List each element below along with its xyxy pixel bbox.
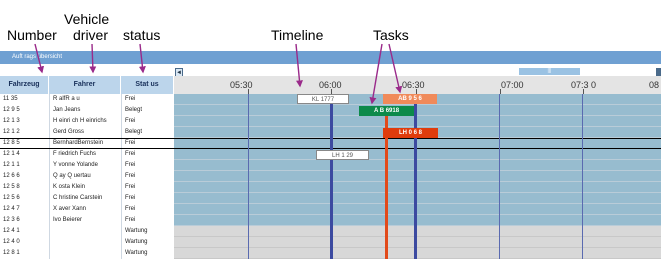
timeline-gridline bbox=[582, 94, 583, 259]
task-bar[interactable]: LH 0 6 8 bbox=[383, 128, 438, 138]
scroll-thumb[interactable]: ||| bbox=[519, 68, 580, 75]
driver-name: F riedrich Fuchs bbox=[49, 149, 121, 160]
grid-header: Fahrzeug Fahrer Stat us 05:30 06:00 06:3… bbox=[0, 76, 661, 94]
vehicle-status: Frei bbox=[121, 204, 174, 215]
annotation-tasks: Tasks bbox=[373, 27, 409, 43]
app-window: Auft rags übersicht ◄ ||| Fahrzeug Fahre… bbox=[0, 51, 661, 274]
driver-name: Ivo Beierer bbox=[49, 215, 121, 226]
vehicle-number: 12 6 6 bbox=[0, 171, 49, 182]
annotation-driver: driver bbox=[73, 27, 109, 43]
annotation-number: Number bbox=[7, 27, 57, 43]
column-header-status[interactable]: Stat us bbox=[121, 76, 174, 94]
task-bar[interactable]: KL 1777 bbox=[297, 94, 349, 104]
vehicle-status: Frei bbox=[121, 215, 174, 226]
driver-name: Y vonne Yolande bbox=[49, 160, 121, 171]
timeline-label: 08 bbox=[649, 80, 660, 90]
driver-name bbox=[49, 226, 121, 237]
vehicle-number: 12 1 1 bbox=[0, 160, 49, 171]
driver-name: Gerd Gross bbox=[49, 127, 121, 138]
vehicle-number: 11 35 bbox=[0, 94, 49, 105]
vehicle-status: Frei bbox=[121, 171, 174, 182]
vehicle-number: 12 4 7 bbox=[0, 204, 49, 215]
timeline-gridline bbox=[499, 94, 500, 259]
vehicle-number: 12 5 6 bbox=[0, 193, 49, 204]
driver-name: Q ay Q uertau bbox=[49, 171, 121, 182]
timeline-gridline bbox=[248, 94, 249, 259]
scroll-right-edge[interactable] bbox=[656, 68, 661, 76]
annotation-status: status bbox=[123, 27, 161, 43]
vehicle-status: Wartung bbox=[121, 237, 174, 248]
vehicle-number: 12 3 6 bbox=[0, 215, 49, 226]
timeline-label: 07:00 bbox=[501, 80, 524, 90]
vehicle-status: Frei bbox=[121, 193, 174, 204]
annotation-vehicle: Vehicle bbox=[64, 11, 110, 27]
timeline-marker-line bbox=[414, 94, 417, 259]
vehicle-number: 12 9 5 bbox=[0, 105, 49, 116]
vehicle-status: Wartung bbox=[121, 248, 174, 259]
timeline-label: 05:30 bbox=[230, 80, 253, 90]
driver-name: X aver Xann bbox=[49, 204, 121, 215]
task-bar[interactable]: A B 6918 bbox=[359, 106, 414, 116]
vehicle-status: Wartung bbox=[121, 226, 174, 237]
task-bar[interactable]: LH 1 29 bbox=[316, 150, 369, 160]
driver-name: R alfR a u bbox=[49, 94, 121, 105]
driver-name bbox=[49, 248, 121, 259]
vehicle-number: 12 8 1 bbox=[0, 248, 49, 259]
timeline-label: 06:30 bbox=[402, 80, 425, 90]
driver-name: K osta Klein bbox=[49, 182, 121, 193]
driver-name bbox=[49, 237, 121, 248]
timeline-header: 05:30 06:00 06:30 07:00 07:3 0 08 bbox=[174, 76, 661, 94]
vehicle-number: 12 4 1 bbox=[0, 226, 49, 237]
timeline-marker-line bbox=[330, 94, 333, 259]
vehicle-number: 12 5 8 bbox=[0, 182, 49, 193]
vehicle-status: Belegt bbox=[121, 105, 174, 116]
vehicle-number: 12 4 0 bbox=[0, 237, 49, 248]
vehicle-status: Belegt bbox=[121, 127, 174, 138]
vehicle-number: 12 1 3 bbox=[0, 116, 49, 127]
vehicle-status: Frei bbox=[121, 149, 174, 160]
vehicle-status: Frei bbox=[121, 94, 174, 105]
column-header-number[interactable]: Fahrzeug bbox=[0, 76, 49, 94]
vehicle-status: Frei bbox=[121, 116, 174, 127]
vehicle-status: Frei bbox=[121, 182, 174, 193]
column-header-driver[interactable]: Fahrer bbox=[49, 76, 121, 94]
window-title: Auft rags übersicht bbox=[12, 54, 63, 60]
annotation-timeline: Timeline bbox=[271, 27, 324, 43]
window-title-bar: Auft rags übersicht bbox=[0, 51, 661, 64]
driver-name: Jan Jeans bbox=[49, 105, 121, 116]
driver-name: H einri ch H einrichs bbox=[49, 116, 121, 127]
vehicle-number: 12 1 4 bbox=[0, 149, 49, 160]
task-bar[interactable]: AB 9 5 6 bbox=[383, 94, 437, 104]
driver-name: C hristine Carstein bbox=[49, 193, 121, 204]
vehicle-number: 12 1 2 bbox=[0, 127, 49, 138]
vehicle-status: Frei bbox=[121, 160, 174, 171]
